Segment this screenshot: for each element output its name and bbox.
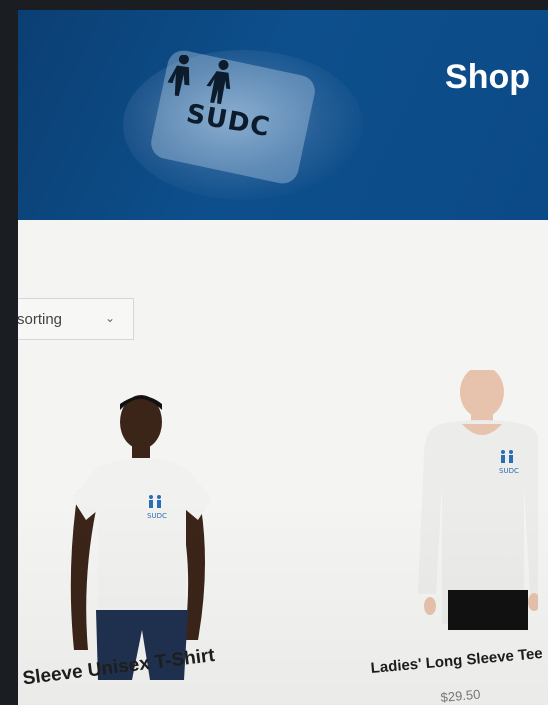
shop-hero-banner: SUDC Shop <box>18 10 548 220</box>
chevron-down-icon: ⌄ <box>104 311 115 325</box>
product-price: $29.50 <box>440 686 481 705</box>
page-title: Shop <box>445 58 530 96</box>
product-logo-text: SUDC <box>499 467 519 475</box>
sorting-select[interactable]: sorting ⌄ <box>18 298 134 340</box>
product-card[interactable]: SUDC t Sleeve Unisex T-Shirt <box>18 370 268 705</box>
product-image[interactable]: SUDC <box>48 380 248 680</box>
product-card[interactable]: SUDC Ladies' Long Sleeve Tee $29.50 <box>358 370 548 705</box>
sorting-select-label: sorting <box>18 310 63 328</box>
browser-viewport: SUDC Shop sorting ⌄ SUDC t Sleeve Unisex… <box>18 10 548 705</box>
product-image[interactable]: SUDC <box>388 370 538 650</box>
product-logo-text: SUDC <box>147 512 167 520</box>
